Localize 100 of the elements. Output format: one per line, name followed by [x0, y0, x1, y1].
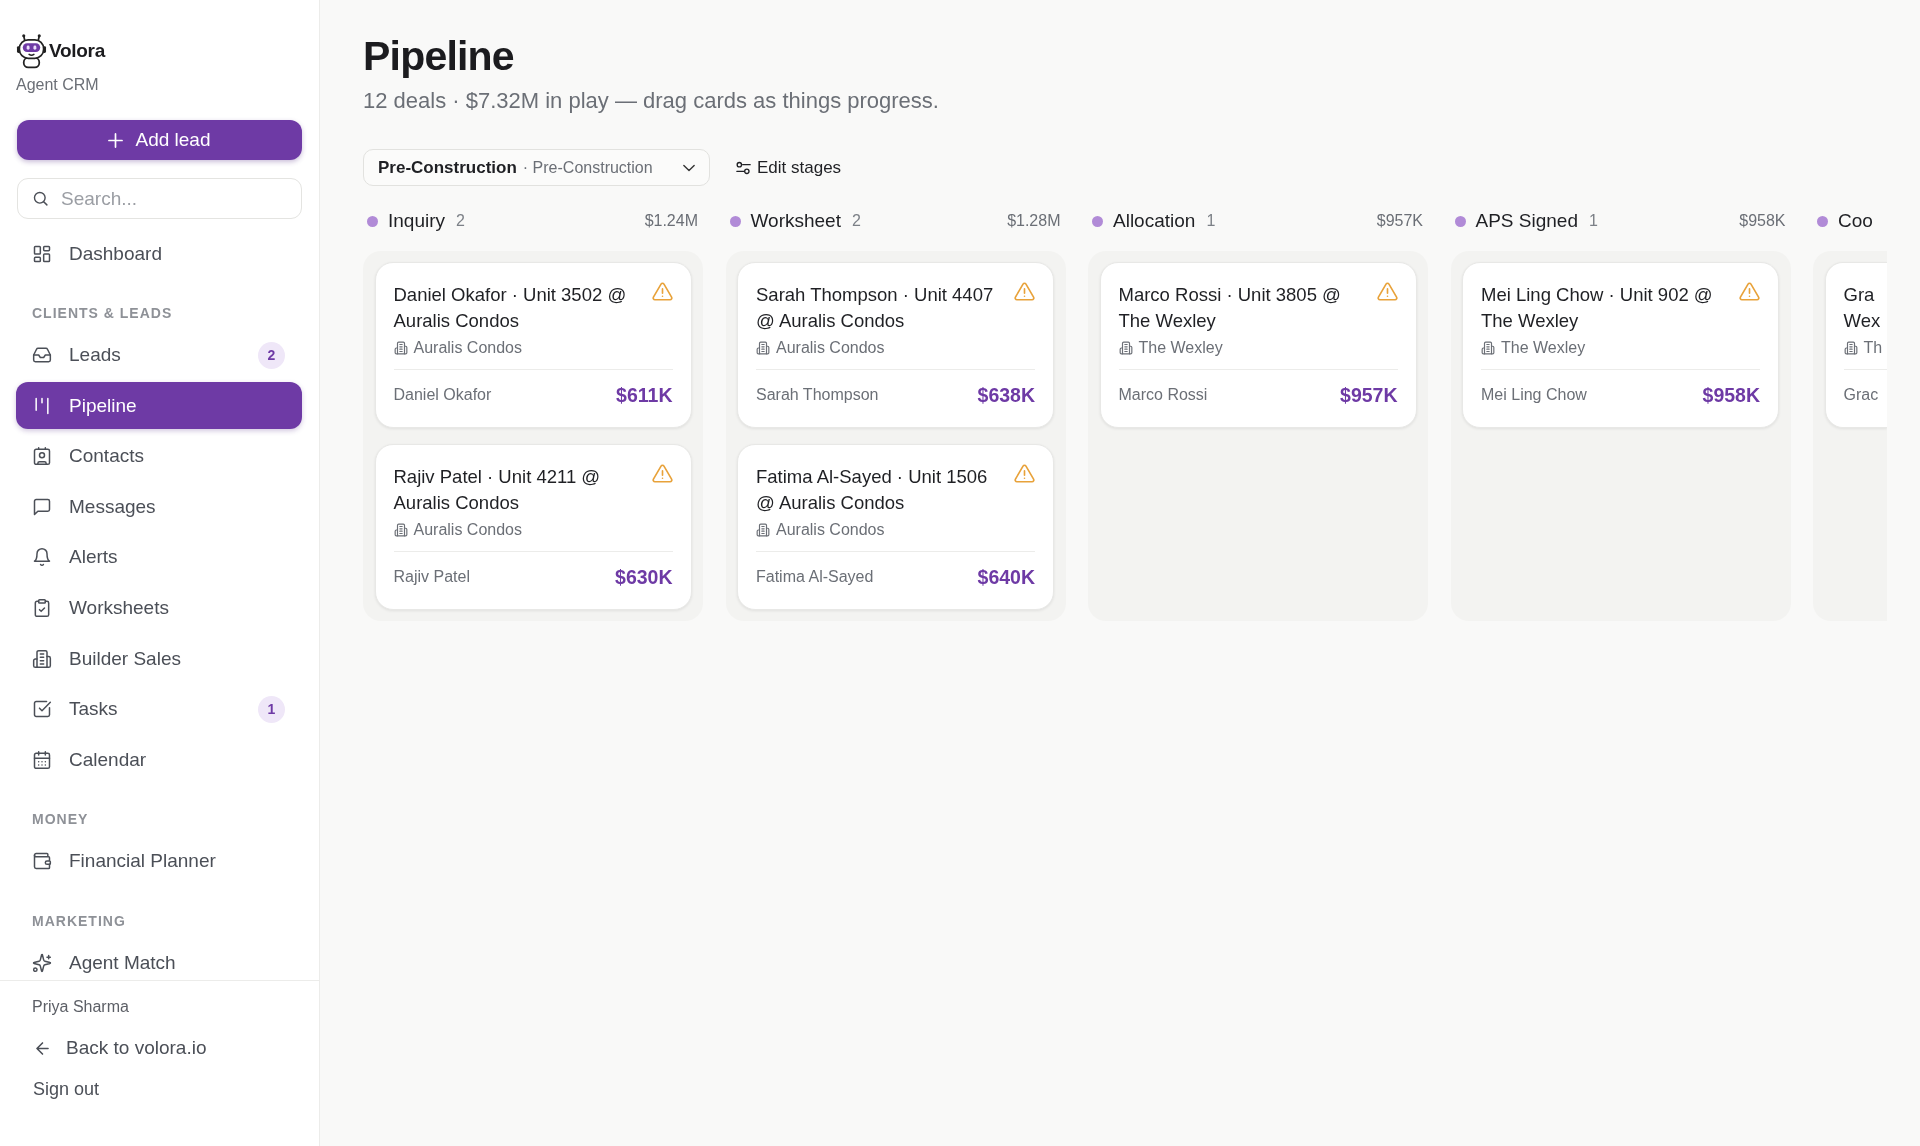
nav-item[interactable]: Contacts — [16, 432, 302, 480]
chevron-down-icon — [683, 163, 695, 172]
checkbox-icon — [32, 699, 52, 720]
client-name: Daniel Okafor — [393, 386, 492, 404]
contact-card-icon — [32, 446, 52, 467]
deal-amount: $957K — [1340, 383, 1398, 407]
brand-name: Volora — [49, 40, 105, 62]
building-icon — [1118, 341, 1133, 355]
building-name: The Wexley — [1138, 338, 1223, 358]
client-name: Mei Ling Chow — [1481, 386, 1587, 404]
nav-item[interactable]: Messages — [16, 483, 302, 531]
deal-amount: $611K — [616, 383, 673, 407]
building-icon — [756, 341, 770, 355]
stage-total: $957K — [1376, 212, 1423, 230]
building-icon — [756, 523, 770, 537]
building-icon — [1481, 341, 1495, 355]
search-field[interactable]: Search... — [17, 178, 302, 219]
stage-count: 2 — [456, 212, 465, 230]
deal-title: Gra Wex — [1843, 283, 1882, 333]
product-name: Agent CRM — [16, 75, 99, 95]
building-icon — [1843, 341, 1858, 355]
building-name: Auralis Condos — [776, 520, 885, 540]
clipboard-check-icon — [32, 598, 52, 619]
building-name: The Wexley — [1501, 338, 1586, 358]
building-icon — [32, 648, 52, 669]
deal-card[interactable]: Gra Wex Th Grac — [1824, 262, 1887, 428]
stage-name: APS Signed — [1475, 210, 1578, 232]
stage-total: $1.24M — [644, 212, 698, 230]
deal-card[interactable]: Fatima Al-Sayed · Unit 1506 @ Auralis Condos Auralis Condos Fatima Al-Sayed $640K — [737, 444, 1054, 610]
section-label: MARKETING — [32, 912, 126, 930]
deal-amount: $640K — [977, 565, 1035, 589]
deal-title: Sarah Thompson · Unit 4407 @ Auralis Condos — [756, 283, 995, 333]
stage-dot-icon — [1454, 215, 1466, 227]
stage-dot-icon — [1092, 215, 1103, 227]
deal-title: Marco Rossi · Unit 3805 @ The Wexley — [1118, 283, 1342, 333]
nav-item[interactable]: Worksheets — [16, 584, 302, 632]
stage-name: Worksheet — [750, 210, 841, 232]
stage-dot-icon — [729, 215, 741, 227]
edit-stages-button[interactable]: Edit stages — [736, 153, 842, 182]
page-subtitle: 12 deals · $7.32M in play — drag cards as things progress. — [363, 88, 939, 114]
building-name: Auralis Condos — [413, 520, 522, 540]
client-name: Marco Rossi — [1118, 386, 1208, 404]
nav-item[interactable]: Builder Sales — [16, 635, 302, 683]
nav-item[interactable]: Dashboard — [16, 230, 302, 277]
deal-title: Daniel Okafor · Unit 3502 @ Auralis Condos — [393, 283, 628, 333]
client-name: Fatima Al-Sayed — [756, 568, 874, 586]
deal-card[interactable]: Marco Rossi · Unit 3805 @ The Wexley The Wexley Marco Rossi $957K — [1099, 262, 1417, 428]
sign-out-link[interactable]: Sign out — [33, 1078, 100, 1100]
page-title: Pipeline — [363, 32, 514, 81]
deal-amount: $958K — [1702, 383, 1760, 407]
stage-name: Allocation — [1113, 210, 1196, 232]
stage-total: $958K — [1739, 212, 1786, 230]
client-name: Rajiv Patel — [393, 568, 470, 586]
search-icon — [32, 190, 49, 207]
deal-amount: $630K — [615, 565, 673, 589]
stage-total: $1.28M — [1007, 212, 1061, 230]
count-badge: 2 — [258, 341, 285, 369]
sparkles-icon — [32, 953, 52, 974]
pipeline-select[interactable]: Pre-Construction · Pre-Construction — [363, 149, 710, 186]
bell-icon — [32, 547, 52, 568]
section-label: MONEY — [32, 810, 89, 828]
deal-title: Mei Ling Chow · Unit 902 @ The Wexley — [1481, 283, 1714, 333]
user-name: Priya Sharma — [32, 997, 129, 1017]
stage-dot-icon — [367, 215, 378, 227]
client-name: Grac — [1843, 386, 1879, 404]
deal-card[interactable]: Mei Ling Chow · Unit 902 @ The Wexley The Wexley Mei Ling Chow $958K — [1462, 262, 1779, 428]
building-name: Auralis Condos — [776, 338, 885, 358]
count-badge: 1 — [258, 695, 285, 723]
building-icon — [393, 341, 408, 355]
building-name: Auralis Condos — [413, 338, 522, 358]
sliders-icon — [736, 160, 751, 175]
stage-count: 1 — [1206, 212, 1216, 230]
chat-bubble-icon — [32, 496, 52, 517]
stage-count: 1 — [1588, 212, 1598, 230]
deal-card[interactable]: Rajiv Patel · Unit 4211 @ Auralis Condos Auralis Condos Rajiv Patel $630K — [374, 444, 692, 610]
nav-item[interactable]: Calendar — [16, 736, 302, 784]
deal-amount: $638K — [977, 383, 1035, 407]
plus-icon — [108, 132, 124, 148]
deal-card[interactable]: Sarah Thompson · Unit 4407 @ Auralis Condos Auralis Condos Sarah Thompson $638K — [737, 262, 1054, 428]
grid-icon — [32, 243, 52, 264]
client-name: Sarah Thompson — [756, 386, 879, 404]
nav-item[interactable]: Financial Planner — [16, 837, 302, 885]
nav-item[interactable]: Pipeline — [16, 382, 302, 430]
nav-item[interactable]: Tasks 1 — [16, 685, 302, 733]
back-link[interactable]: Back to volora.io — [33, 1031, 207, 1065]
section-label: CLIENTS & LEADS — [32, 304, 173, 322]
calendar-icon — [32, 749, 52, 770]
building-icon — [393, 523, 408, 537]
stage-name: Coo — [1838, 210, 1873, 232]
building-name: Th — [1863, 338, 1883, 358]
wallet-icon — [32, 851, 52, 872]
deal-card[interactable]: Daniel Okafor · Unit 3502 @ Auralis Condos Auralis Condos Daniel Okafor $611K — [374, 262, 692, 428]
deal-title: Rajiv Patel · Unit 4211 @ Auralis Condos — [393, 465, 602, 515]
add-lead-button[interactable]: Add lead — [17, 120, 302, 160]
stage-name: Inquiry — [388, 210, 446, 232]
nav-item[interactable]: Agent Match — [16, 939, 302, 987]
nav-item[interactable]: Leads 2 — [16, 331, 302, 379]
nav-item[interactable]: Alerts — [16, 533, 302, 581]
robot-logo-icon — [16, 33, 47, 69]
stage-count: 2 — [851, 212, 861, 230]
